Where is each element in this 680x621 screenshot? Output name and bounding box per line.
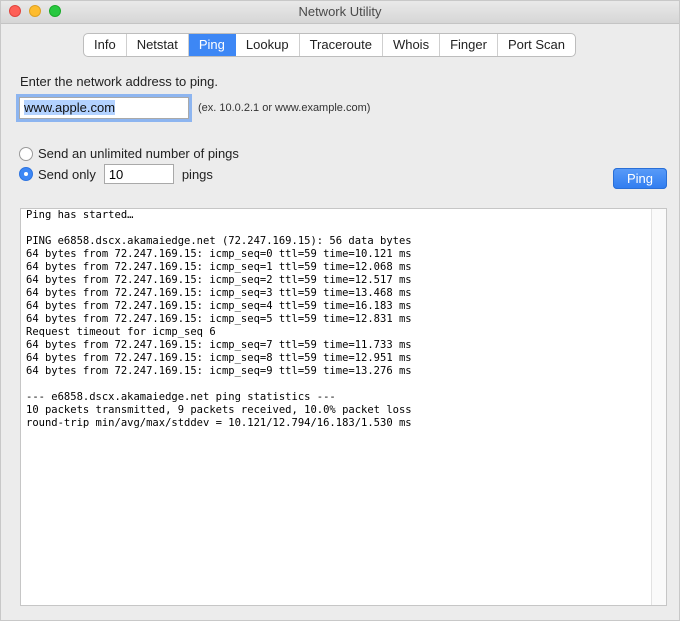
address-prompt-label: Enter the network address to ping.	[20, 74, 219, 89]
tab-info[interactable]: Info	[84, 34, 127, 56]
output-line: round-trip min/avg/max/stddev = 10.121/1…	[26, 417, 412, 429]
ping-output-area[interactable]: Ping has started… PING e6858.dscx.akamai…	[20, 208, 667, 606]
tab-bar: Info Netstat Ping Lookup Traceroute Whoi…	[83, 33, 577, 57]
address-input-value: www.apple.com	[24, 100, 116, 115]
unlimited-pings-radio[interactable]	[19, 146, 33, 161]
output-line: 64 bytes from 72.247.169.15: icmp_seq=3 …	[26, 287, 412, 299]
output-line: 64 bytes from 72.247.169.15: icmp_seq=4 …	[26, 300, 412, 312]
send-only-option[interactable]: Send only pings	[19, 164, 213, 184]
send-only-radio[interactable]	[19, 167, 33, 181]
tab-finger[interactable]: Finger	[440, 34, 498, 56]
output-line: Ping has started…	[26, 209, 134, 221]
address-hint: (ex. 10.0.2.1 or www.example.com)	[198, 102, 371, 114]
output-line: 64 bytes from 72.247.169.15: icmp_seq=8 …	[26, 352, 412, 364]
tab-lookup[interactable]: Lookup	[236, 34, 300, 56]
output-line: 64 bytes from 72.247.169.15: icmp_seq=1 …	[26, 261, 412, 273]
output-scrollbar[interactable]	[651, 209, 666, 605]
output-line: 64 bytes from 72.247.169.15: icmp_seq=0 …	[26, 248, 412, 260]
ping-button[interactable]: Ping	[613, 168, 667, 189]
tab-netstat[interactable]: Netstat	[127, 34, 189, 56]
address-input[interactable]: www.apple.com	[19, 97, 189, 119]
output-line: Request timeout for icmp_seq 6	[26, 326, 216, 338]
unlimited-pings-label: Send an unlimited number of pings	[38, 146, 239, 161]
output-line: 64 bytes from 72.247.169.15: icmp_seq=5 …	[26, 313, 412, 325]
tab-ping[interactable]: Ping	[188, 34, 236, 56]
tab-whois[interactable]: Whois	[383, 34, 441, 56]
output-line: 10 packets transmitted, 9 packets receiv…	[26, 404, 412, 416]
output-line: PING e6858.dscx.akamaiedge.net (72.247.1…	[26, 235, 412, 247]
output-line: 64 bytes from 72.247.169.15: icmp_seq=7 …	[26, 339, 412, 351]
window-title: Network Utility	[298, 4, 382, 19]
tab-traceroute[interactable]: Traceroute	[300, 34, 383, 56]
tab-port-scan[interactable]: Port Scan	[498, 34, 575, 56]
output-line: --- e6858.dscx.akamaiedge.net ping stati…	[26, 391, 336, 403]
title-bar[interactable]: Network Utility	[1, 1, 679, 24]
output-line: 64 bytes from 72.247.169.15: icmp_seq=9 …	[26, 365, 412, 377]
network-utility-window: Network Utility Info Netstat Ping Lookup…	[0, 0, 680, 621]
ping-output-text: Ping has started… PING e6858.dscx.akamai…	[26, 209, 412, 430]
output-line: 64 bytes from 72.247.169.15: icmp_seq=2 …	[26, 274, 412, 286]
pings-suffix-label: pings	[181, 166, 213, 182]
ping-count-input[interactable]	[103, 164, 174, 184]
send-only-label: Send only	[38, 166, 96, 182]
unlimited-pings-option[interactable]: Send an unlimited number of pings	[19, 146, 239, 161]
